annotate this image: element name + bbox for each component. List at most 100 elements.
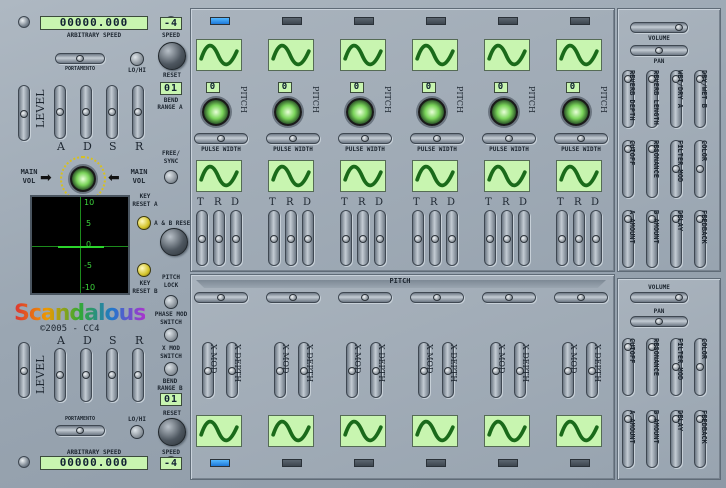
osc-b-select-led-2[interactable] [282,459,302,467]
osc-a-mod-waveform-6[interactable] [556,160,602,192]
pitch-knob-1[interactable] [202,98,230,126]
x-mod-switch[interactable] [164,362,178,376]
lo-hi-button-b[interactable] [130,425,144,439]
level-slider-b[interactable] [18,342,30,398]
cutoff-label: CUTOFF [628,338,636,364]
portamento-slider-b[interactable] [55,425,105,436]
d-label: D [303,197,312,208]
release-slider-b[interactable] [132,348,144,402]
ab-reset-knob[interactable] [160,228,188,256]
pitch-slider-b-1[interactable] [194,292,248,303]
osc-a-mod-waveform-5[interactable] [484,160,530,192]
osc-a-waveform-4[interactable] [412,39,458,71]
portamento-slider-a[interactable] [55,53,105,64]
trd-slider-4-1[interactable] [412,210,424,266]
pulse-width-slider-2[interactable] [266,133,320,144]
osc-a-select-led-3[interactable] [354,17,374,25]
pan-slider-b[interactable] [630,316,688,327]
osc-a-select-led-1[interactable] [210,17,230,25]
main-volume-knob[interactable] [70,166,96,192]
trd-slider-6-2[interactable] [573,210,585,266]
osc-a-select-led-4[interactable] [426,17,446,25]
release-slider-a[interactable] [132,85,144,139]
volume-slider-b[interactable] [630,292,688,303]
key-reset-b-button[interactable] [137,263,151,277]
osc-a-waveform-6[interactable] [556,39,602,71]
osc-b-select-led-3[interactable] [354,459,374,467]
trd-slider-3-3[interactable] [374,210,386,266]
trd-slider-2-1[interactable] [268,210,280,266]
pulse-width-slider-6[interactable] [554,133,608,144]
level-slider-a[interactable] [18,85,30,141]
pan-slider-a[interactable] [630,45,688,56]
free-sync-button[interactable] [164,170,178,184]
osc-b-select-led-4[interactable] [426,459,446,467]
trd-slider-3-1[interactable] [340,210,352,266]
pitch-slider-b-5[interactable] [482,292,536,303]
pulse-width-slider-4[interactable] [410,133,464,144]
t-label: T [341,197,348,208]
pitch-slider-b-6[interactable] [554,292,608,303]
trd-slider-2-3[interactable] [302,210,314,266]
attack-slider-a[interactable] [54,85,66,139]
osc-a-select-led-2[interactable] [282,17,302,25]
key-reset-a-button[interactable] [137,216,151,230]
osc-b-waveform-2[interactable] [268,415,314,447]
osc-b-waveform-5[interactable] [484,415,530,447]
osc-a-waveform-2[interactable] [268,39,314,71]
trd-slider-5-2[interactable] [501,210,513,266]
osc-b-waveform-4[interactable] [412,415,458,447]
trd-slider-6-1[interactable] [556,210,568,266]
lo-hi-button-a[interactable] [130,52,144,66]
osc-a-waveform-3[interactable] [340,39,386,71]
pitch-slider-b-2[interactable] [266,292,320,303]
d-label: D [375,197,384,208]
sustain-slider-a[interactable] [106,85,118,139]
trd-slider-1-2[interactable] [213,210,225,266]
pitch-lock-button[interactable] [164,295,178,309]
trd-slider-6-3[interactable] [590,210,602,266]
osc-a-mod-waveform-1[interactable] [196,160,242,192]
decay-slider-a[interactable] [80,85,92,139]
pitch-knob-6[interactable] [562,98,590,126]
osc-a-mod-waveform-4[interactable] [412,160,458,192]
osc-a-waveform-1[interactable] [196,39,242,71]
pitch-knob-5[interactable] [490,98,518,126]
osc-a-mod-waveform-2[interactable] [268,160,314,192]
phase-mod-switch[interactable] [164,328,178,342]
osc-a-select-led-6[interactable] [570,17,590,25]
pulse-width-slider-5[interactable] [482,133,536,144]
osc-b-select-led-1[interactable] [210,459,230,467]
trd-slider-4-2[interactable] [429,210,441,266]
trd-slider-1-3[interactable] [230,210,242,266]
pitch-knob-3[interactable] [346,98,374,126]
osc-a-mod-waveform-3[interactable] [340,160,386,192]
osc-b-waveform-1[interactable] [196,415,242,447]
osc-b-waveform-3[interactable] [340,415,386,447]
attack-slider-b[interactable] [54,348,66,402]
sustain-slider-b[interactable] [106,348,118,402]
volume-slider-a[interactable] [630,22,688,33]
osc-b-select-led-6[interactable] [570,459,590,467]
pulse-width-slider-3[interactable] [338,133,392,144]
osc-b-select-led-5[interactable] [498,459,518,467]
a-label: A [57,334,65,347]
pitch-knob-2[interactable] [274,98,302,126]
trd-slider-5-3[interactable] [518,210,530,266]
portamento-label: PORTAMENTO [64,416,96,422]
pitch-slider-b-4[interactable] [410,292,464,303]
pulse-width-slider-1[interactable] [194,133,248,144]
osc-a-select-led-5[interactable] [498,17,518,25]
pitch-knob-4[interactable] [418,98,446,126]
osc-b-waveform-6[interactable] [556,415,602,447]
decay-slider-b[interactable] [80,348,92,402]
trd-slider-3-2[interactable] [357,210,369,266]
pitch-slider-b-3[interactable] [338,292,392,303]
speed-knob-a[interactable] [158,42,186,70]
trd-slider-5-1[interactable] [484,210,496,266]
trd-slider-2-2[interactable] [285,210,297,266]
trd-slider-1-1[interactable] [196,210,208,266]
trd-slider-4-3[interactable] [446,210,458,266]
speed-knob-b[interactable] [158,418,186,446]
osc-a-waveform-5[interactable] [484,39,530,71]
